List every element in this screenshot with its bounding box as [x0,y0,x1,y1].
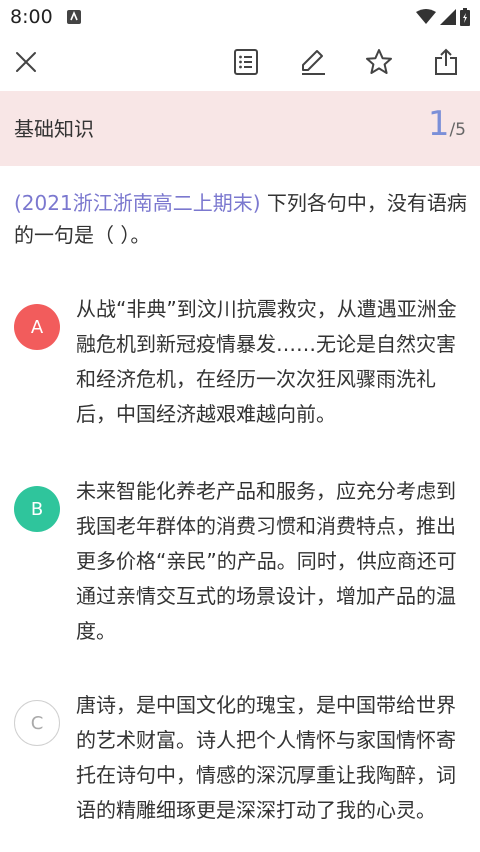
question-source: (2021浙江浙南高二上期末) [14,191,261,215]
option-c-badge[interactable]: C [14,700,60,746]
question-progress: 1 /5 [428,107,466,141]
notification-icon [66,10,81,24]
star-icon[interactable] [361,44,397,80]
status-time: 8:00 [10,6,53,28]
status-bar: 8:00 [0,0,480,34]
option-b-badge[interactable]: B [14,486,60,532]
battery-icon [460,8,470,26]
share-icon[interactable] [428,44,464,80]
edit-icon[interactable] [295,44,331,80]
section-header: 基础知识 1 /5 [0,91,480,166]
option-a-badge[interactable]: A [14,304,60,350]
option-a-text[interactable]: 从战“非典”到汶川抗震救灾，从遭遇亚洲金融危机到新冠疫情暴发……无论是自然灾害和… [76,292,470,432]
option-b-text[interactable]: 未来智能化养老产品和服务，应充分考虑到我国老年群体的消费习惯和消费特点，推出更多… [76,474,470,649]
wifi-icon [416,9,436,25]
progress-current: 1 [427,104,450,144]
progress-total: /5 [449,120,466,140]
question-stem: (2021浙江浙南高二上期末) 下列各句中，没有语病的一句是（ ）。 [14,187,470,251]
close-icon[interactable] [8,44,44,80]
answer-sheet-icon[interactable] [228,44,264,80]
section-title: 基础知识 [14,117,94,141]
toolbar [0,34,480,91]
option-c-text[interactable]: 唐诗，是中国文化的瑰宝，是中国带给世界的艺术财富。诗人把个人情怀与家国情怀寄托在… [76,688,470,828]
signal-icon [440,9,456,25]
